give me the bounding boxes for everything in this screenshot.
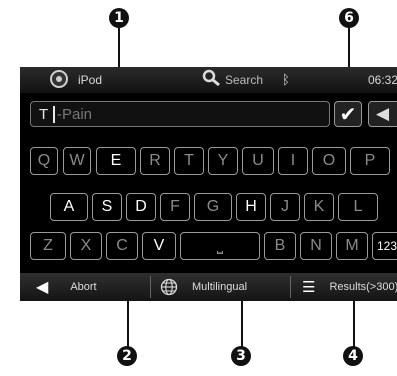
callout-6: 6 — [339, 8, 359, 28]
key-n[interactable]: N — [300, 232, 332, 260]
backspace-button[interactable]: ◀ — [368, 101, 397, 127]
callout-3-leader — [241, 295, 243, 347]
autocomplete-hint: -Pain — [57, 106, 93, 123]
search-label: Search — [225, 73, 264, 87]
text-caret — [53, 106, 55, 123]
back-arrow-icon: ◀ — [36, 279, 49, 296]
callout-4: 4 — [343, 346, 363, 366]
key-l[interactable]: L — [338, 193, 378, 221]
search-icon — [202, 69, 220, 87]
key-p[interactable]: P — [350, 147, 390, 175]
key-a[interactable]: A — [50, 193, 88, 221]
bluetooth-icon: ᛒ — [282, 72, 290, 87]
clock: 06:32 — [368, 73, 397, 87]
checkmark-icon: ✔ — [339, 103, 357, 126]
head-unit-screen: iPod Search ᛒ 06:32 T -Pain ✔ ◀ Q W E R … — [20, 67, 397, 301]
abort-label: Abort — [70, 281, 97, 293]
key-h[interactable]: H — [236, 193, 266, 221]
callout-2: 2 — [117, 346, 137, 366]
key-r[interactable]: R — [140, 147, 170, 175]
bottom-bar: ◀ Abort Multilingual ☰ Results(>300) — [20, 273, 397, 301]
key-i[interactable]: I — [278, 147, 308, 175]
backspace-arrow-icon: ◀ — [376, 104, 390, 123]
callout-2-leader — [127, 295, 129, 347]
key-c[interactable]: C — [106, 232, 138, 260]
key-z[interactable]: Z — [30, 232, 66, 260]
app-label: iPod — [78, 73, 103, 87]
key-y[interactable]: Y — [208, 147, 238, 175]
key-m[interactable]: M — [336, 232, 368, 260]
status-bar: iPod Search ᛒ 06:32 — [20, 67, 397, 93]
key-j[interactable]: J — [270, 193, 300, 221]
results-button[interactable]: ☰ Results(>300) — [294, 273, 397, 301]
key-space[interactable]: ⎵ — [180, 232, 260, 260]
multilingual-button[interactable]: Multilingual — [154, 273, 288, 301]
abort-button[interactable]: ◀ Abort — [20, 273, 148, 301]
key-q[interactable]: Q — [30, 147, 58, 175]
key-s[interactable]: S — [92, 193, 122, 221]
globe-icon — [160, 278, 178, 296]
callout-3: 3 — [231, 346, 251, 366]
key-numbers[interactable]: 123 — [372, 232, 397, 260]
callout-1: 1 — [109, 8, 129, 28]
key-g[interactable]: G — [194, 193, 232, 221]
key-d[interactable]: D — [126, 193, 156, 221]
divider — [290, 276, 291, 298]
results-label: Results(>300) — [329, 281, 397, 293]
key-v[interactable]: V — [142, 232, 176, 260]
key-f[interactable]: F — [160, 193, 190, 221]
search-input[interactable]: T -Pain — [30, 101, 330, 127]
divider — [150, 276, 151, 298]
typed-text: T — [39, 106, 49, 123]
key-k[interactable]: K — [304, 193, 334, 221]
key-u[interactable]: U — [242, 147, 274, 175]
key-b[interactable]: B — [264, 232, 296, 260]
key-t[interactable]: T — [174, 147, 204, 175]
confirm-button[interactable]: ✔ — [334, 101, 362, 127]
list-icon: ☰ — [302, 279, 316, 296]
search-input-row: T -Pain ✔ ◀ — [20, 101, 397, 129]
callout-4-leader — [353, 295, 355, 347]
ipod-icon[interactable] — [50, 70, 68, 88]
key-x[interactable]: X — [70, 232, 102, 260]
multilingual-label: Multilingual — [192, 281, 248, 293]
key-e[interactable]: E — [96, 147, 136, 175]
key-o[interactable]: O — [312, 147, 346, 175]
key-w[interactable]: W — [63, 147, 91, 175]
